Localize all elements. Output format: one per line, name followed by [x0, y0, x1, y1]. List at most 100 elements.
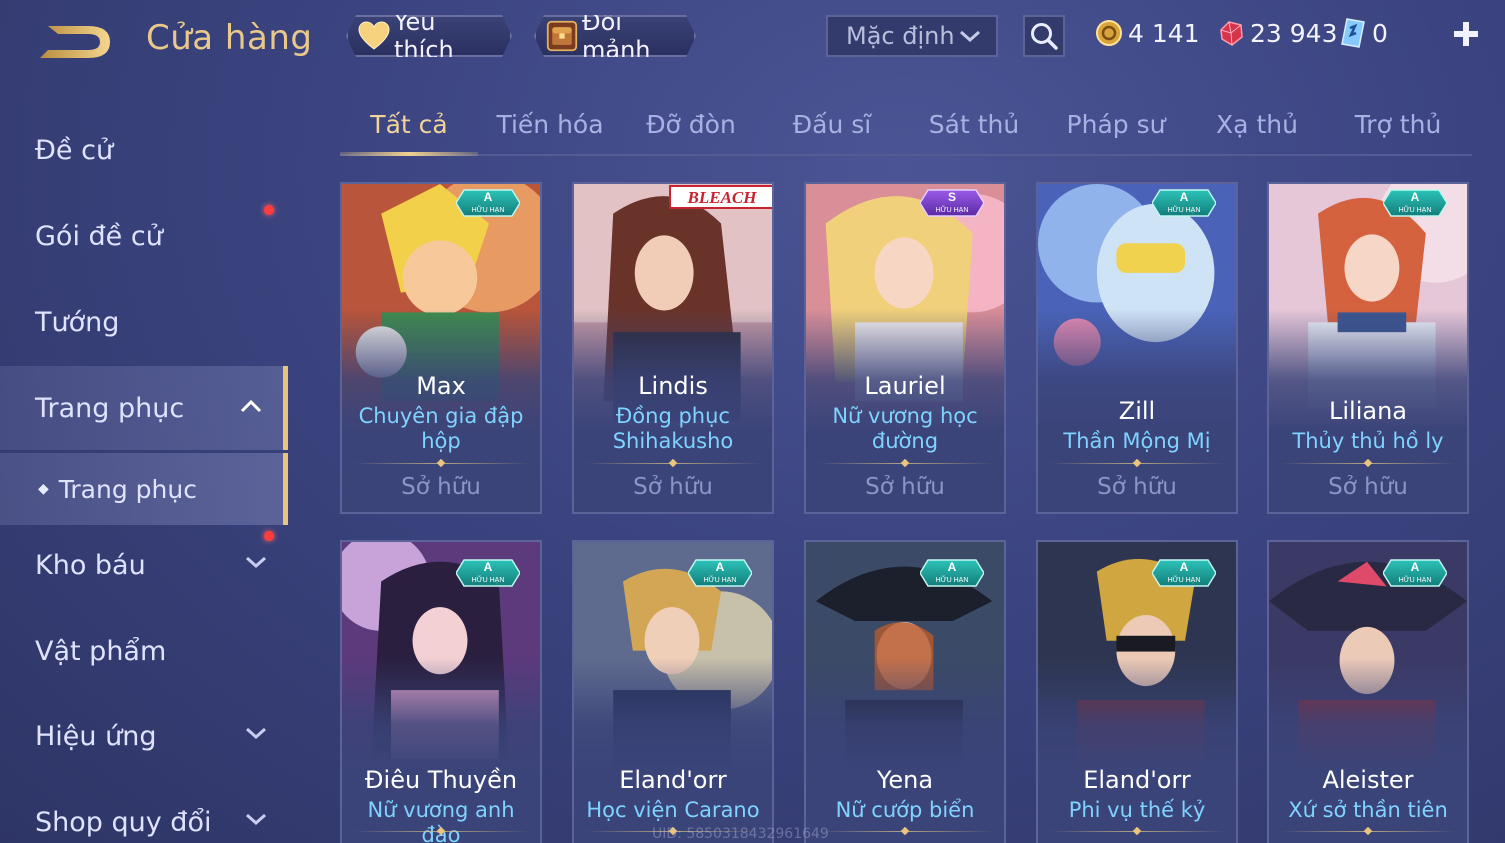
- gold-currency: 4 141: [1094, 16, 1200, 50]
- uid-watermark: UID: 5850318432961649: [652, 826, 829, 842]
- notification-dot: [264, 531, 274, 541]
- sidebar-item-label: Tướng: [35, 306, 120, 338]
- limited-text: HỮU HẠN: [1168, 575, 1201, 584]
- sidebar-item-label: Kho báu: [35, 549, 146, 581]
- search-icon: [1031, 23, 1058, 50]
- tab-mage[interactable]: Pháp sư: [1048, 110, 1184, 154]
- bleach-logo: BLEACH: [669, 185, 772, 209]
- tab-tank[interactable]: Đỡ đòn: [623, 110, 759, 154]
- favorites-label: Yêu thích: [394, 8, 454, 64]
- sidebar-item-label: Đề cử: [35, 134, 114, 166]
- add-currency-button[interactable]: [1450, 18, 1482, 50]
- sidebar-item-featured[interactable]: Đề cử: [0, 115, 288, 185]
- back-button[interactable]: [34, 20, 116, 64]
- skin-card-lauriel[interactable]: S HỮU HẠN Lauriel Nữ vương học đường Sở …: [804, 182, 1006, 514]
- page-title: Cửa hàng: [146, 18, 313, 58]
- search-button[interactable]: [1023, 15, 1065, 57]
- skin-name: Đồng phục: [616, 404, 730, 428]
- hero-name: Aleister: [1322, 766, 1414, 794]
- skin-card-liliana[interactable]: A HỮU HẠN Liliana Thủy thủ hồ ly Sở hữu: [1267, 182, 1469, 514]
- sort-dropdown[interactable]: Mặc định: [826, 15, 998, 57]
- grade-letter: A: [484, 560, 493, 574]
- grade-letter: A: [948, 560, 957, 574]
- favorites-button[interactable]: Yêu thích: [346, 15, 512, 57]
- divider: [1050, 831, 1224, 832]
- skin-name: đường: [871, 429, 939, 453]
- sidebar-item-label: Trang phục: [35, 392, 185, 424]
- chest-icon: [546, 20, 578, 52]
- skin-name: Thủy thủ hồ ly: [1292, 429, 1444, 453]
- back-arrow-icon: [40, 26, 110, 58]
- divider: [1281, 463, 1455, 464]
- chevron-down-icon: [246, 727, 266, 740]
- hero-name: Eland'orr: [1083, 766, 1191, 794]
- tab-evolution[interactable]: Tiến hóa: [482, 110, 618, 154]
- skin-card-elandorr-heist[interactable]: A HỮU HẠN Eland'orr Phi vụ thế kỷ: [1036, 540, 1238, 843]
- skin-name: Shihakusho: [612, 429, 734, 453]
- plus-icon: [1454, 22, 1478, 46]
- divider: [354, 463, 528, 464]
- divider: [818, 831, 992, 832]
- grade-letter: A: [484, 190, 493, 204]
- limited-text: HỮU HẠN: [936, 205, 969, 214]
- skin-card-lindis[interactable]: BLEACH Lindis Đồng phục Shihakusho Sở hữ…: [572, 182, 774, 514]
- sidebar-item-treasure[interactable]: Kho báu: [0, 530, 288, 600]
- grade-letter: A: [1411, 190, 1420, 204]
- sidebar-item-label: Vật phẩm: [35, 635, 167, 667]
- skin-card-aleister[interactable]: A HỮU HẠN Aleister Xứ sở thần tiên: [1267, 540, 1469, 843]
- grade-a-limited-badge: A HỮU HẠN: [1152, 189, 1216, 217]
- chevron-down-icon: [960, 30, 980, 43]
- hero-name: Lauriel: [864, 372, 946, 400]
- skin-card-max[interactable]: A HỮU HẠN Max Chuyên gia đập hộp Sở hữu: [340, 182, 542, 514]
- tab-all[interactable]: Tất cả: [340, 110, 478, 154]
- tab-support[interactable]: Trợ thủ: [1330, 110, 1466, 154]
- skin-name: Thần Mộng Mị: [1063, 429, 1211, 453]
- owned-status: Sở hữu: [1328, 474, 1408, 500]
- sidebar-item-effects[interactable]: Hiệu ứng: [0, 701, 288, 771]
- tab-marksman[interactable]: Xạ thủ: [1189, 110, 1325, 154]
- skin-card-elandorr-carano[interactable]: A HỮU HẠN Eland'orr Học viện Carano: [572, 540, 774, 843]
- tab-assassin[interactable]: Sát thủ: [906, 110, 1042, 154]
- owned-status: Sở hữu: [865, 474, 945, 500]
- gold-amount: 4 141: [1128, 18, 1200, 48]
- grade-s-limited-badge: S HỮU HẠN: [920, 189, 984, 217]
- hero-name: Max: [416, 372, 466, 400]
- owned-status: Sở hữu: [633, 474, 713, 500]
- grade-a-limited-badge: A HỮU HẠN: [456, 189, 520, 217]
- ruby-gem-icon: [1216, 18, 1246, 48]
- sidebar-subitem-skins[interactable]: ◆ Trang phục: [0, 453, 288, 525]
- limited-text: HỮU HẠN: [472, 575, 505, 584]
- grade-a-limited-badge: A HỮU HẠN: [1383, 559, 1447, 587]
- owned-status: Sở hữu: [401, 474, 481, 500]
- exchange-fragments-button[interactable]: Đổi mảnh: [534, 15, 696, 57]
- active-tab-indicator: [340, 152, 478, 156]
- limited-text: HỮU HẠN: [704, 575, 737, 584]
- grade-a-limited-badge: A HỮU HẠN: [456, 559, 520, 587]
- skin-name: hộp: [421, 429, 461, 453]
- exchange-fragments-label: Đổi mảnh: [582, 8, 651, 64]
- hero-name: Liliana: [1329, 397, 1407, 425]
- sidebar-item-skins[interactable]: Trang phục: [0, 366, 288, 450]
- limited-text: HỮU HẠN: [1399, 205, 1432, 214]
- skin-card-dieu-thuyen[interactable]: A HỮU HẠN Điêu Thuyền Nữ vương anh đào: [340, 540, 542, 843]
- hero-name: Zill: [1118, 397, 1156, 425]
- sidebar-item-exchange-shop[interactable]: Shop quy đổi: [0, 787, 288, 843]
- skin-card-zill[interactable]: A HỮU HẠN Zill Thần Mộng Mị Sở hữu: [1036, 182, 1238, 514]
- divider: [1281, 831, 1455, 832]
- role-tabs: Tất cả Tiến hóa Đỡ đòn Đấu sĩ Sát thủ Ph…: [340, 102, 1472, 156]
- gold-coin-icon: [1094, 18, 1124, 48]
- sidebar-item-items[interactable]: Vật phẩm: [0, 616, 288, 686]
- sidebar-item-heroes[interactable]: Tướng: [0, 287, 288, 357]
- chevron-up-icon: [240, 399, 262, 413]
- skin-name: Học viện Carano: [586, 798, 760, 822]
- sidebar-item-featured-bundles[interactable]: Gói đề cử: [0, 201, 288, 271]
- grade-letter: A: [1411, 560, 1420, 574]
- skin-name: Phi vụ thế kỷ: [1068, 798, 1206, 822]
- gem-amount: 23 943: [1250, 18, 1338, 48]
- divider: [586, 463, 760, 464]
- limited-text: HỮU HẠN: [1168, 205, 1201, 214]
- tab-fighter[interactable]: Đấu sĩ: [764, 110, 900, 154]
- owned-status: Sở hữu: [1097, 474, 1177, 500]
- skin-card-yena[interactable]: A HỮU HẠN Yena Nữ cướp biển: [804, 540, 1006, 843]
- skin-name: Nữ cướp biển: [835, 798, 975, 822]
